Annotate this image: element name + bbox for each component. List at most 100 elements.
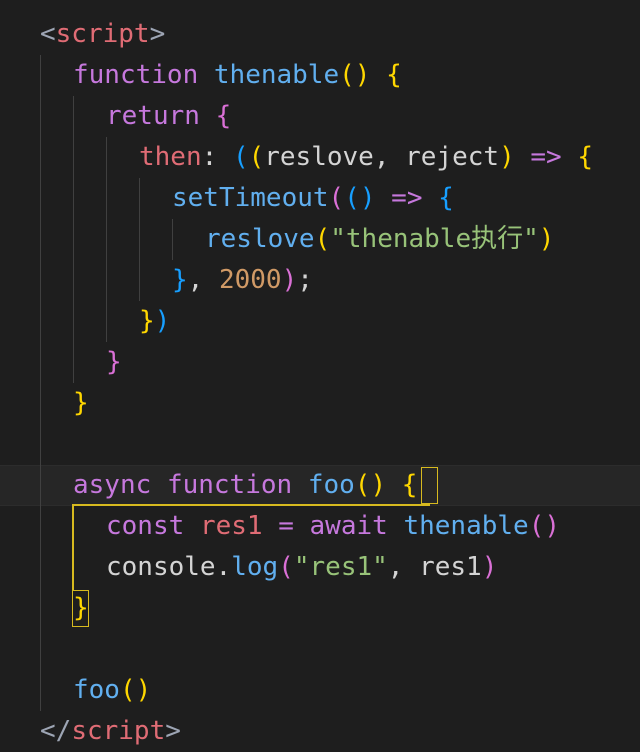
code-token: , res1 bbox=[387, 552, 482, 582]
code-token: { bbox=[401, 470, 418, 500]
code-editor[interactable]: <script> function thenable() {return {the… bbox=[0, 0, 640, 748]
code-token: . bbox=[215, 552, 232, 582]
code-line-text: async function foo() { bbox=[73, 465, 417, 506]
code-line[interactable]: <script> bbox=[0, 14, 640, 55]
code-token: > bbox=[149, 19, 166, 49]
code-line[interactable]: } bbox=[0, 342, 640, 383]
code-token: script bbox=[71, 716, 166, 746]
code-line[interactable] bbox=[0, 629, 640, 670]
code-token: () bbox=[339, 60, 371, 90]
code-token: reslove bbox=[205, 224, 315, 254]
code-token: } bbox=[139, 306, 155, 336]
code-token: < bbox=[40, 19, 56, 49]
code-line[interactable]: foo() bbox=[0, 670, 640, 711]
code-token: 2000 bbox=[218, 265, 282, 295]
code-line[interactable]: return { bbox=[0, 96, 640, 137]
code-token: () bbox=[344, 183, 376, 213]
code-token: script bbox=[55, 19, 150, 49]
code-token: ( bbox=[248, 142, 265, 172]
code-line[interactable]: </script> bbox=[0, 711, 640, 752]
code-line[interactable]: console.log("res1", res1) bbox=[0, 547, 640, 588]
code-token: thenable bbox=[213, 60, 340, 90]
code-line-text: setTimeout(() => { bbox=[172, 178, 454, 219]
code-line[interactable]: const res1 = await thenable() bbox=[0, 506, 640, 547]
code-line-text: return { bbox=[106, 96, 231, 137]
code-token: , bbox=[187, 265, 219, 295]
code-token: return bbox=[106, 101, 200, 131]
code-line[interactable]: } bbox=[0, 588, 640, 629]
code-line-text: }, 2000); bbox=[172, 260, 313, 301]
code-line[interactable]: }) bbox=[0, 301, 640, 342]
code-line-text: } bbox=[106, 342, 122, 383]
bracket-scope-guide bbox=[72, 504, 74, 590]
code-token: function bbox=[166, 470, 293, 500]
code-token: async bbox=[73, 470, 152, 500]
code-line-text: console.log("res1", res1) bbox=[106, 547, 497, 588]
code-token: console bbox=[106, 552, 216, 582]
code-token: { bbox=[215, 101, 232, 131]
code-token: { bbox=[438, 183, 454, 213]
code-token: } bbox=[106, 347, 122, 377]
code-line[interactable]: async function foo() { bbox=[0, 465, 640, 506]
code-token: () bbox=[528, 511, 561, 541]
code-token: reslove, reject bbox=[264, 142, 500, 172]
code-token: log bbox=[231, 552, 279, 582]
code-token: = bbox=[278, 511, 294, 541]
bracket-match-close bbox=[72, 590, 89, 627]
code-token: then bbox=[139, 142, 202, 172]
code-line[interactable]: function thenable() { bbox=[0, 55, 640, 96]
code-token: () bbox=[119, 675, 152, 705]
bracket-match-open bbox=[421, 467, 438, 504]
code-token: thenable bbox=[403, 511, 529, 541]
code-token: ( bbox=[278, 552, 294, 582]
code-token: function bbox=[73, 60, 199, 90]
code-token: ( bbox=[314, 224, 331, 254]
code-token: foo bbox=[307, 470, 355, 500]
code-token: foo bbox=[73, 675, 120, 705]
code-token: setTimeout bbox=[172, 183, 329, 213]
code-line-text: </script> bbox=[40, 711, 181, 752]
code-token: await bbox=[309, 511, 388, 541]
code-line-text: } bbox=[73, 383, 89, 424]
code-token: const bbox=[106, 511, 185, 541]
code-token: { bbox=[386, 60, 402, 90]
code-token: ( bbox=[232, 142, 249, 172]
code-line[interactable]: } bbox=[0, 383, 640, 424]
code-line-text: foo() bbox=[73, 670, 151, 711]
code-token: () bbox=[354, 470, 387, 500]
code-token: res1 bbox=[199, 511, 263, 541]
code-token: ) bbox=[499, 142, 515, 172]
code-line-text: const res1 = await thenable() bbox=[106, 506, 560, 547]
code-token: ) bbox=[538, 224, 555, 254]
bracket-scope-top bbox=[72, 504, 430, 506]
code-token: } bbox=[172, 265, 188, 295]
code-token: ) bbox=[281, 265, 298, 295]
code-line[interactable]: then: ((reslove, reject) => { bbox=[0, 137, 640, 178]
code-line-text: then: ((reslove, reject) => { bbox=[139, 137, 593, 178]
code-token: ) bbox=[154, 306, 171, 336]
code-line[interactable]: reslove("thenable执行") bbox=[0, 219, 640, 260]
code-token: "thenable执行" bbox=[330, 224, 539, 254]
code-token: "res1" bbox=[293, 552, 388, 582]
code-token: : bbox=[201, 142, 233, 172]
code-line[interactable]: setTimeout(() => { bbox=[0, 178, 640, 219]
code-line[interactable]: }, 2000); bbox=[0, 260, 640, 301]
code-token: ( bbox=[328, 183, 345, 213]
code-line[interactable] bbox=[0, 424, 640, 465]
code-token: ) bbox=[481, 552, 498, 582]
code-line-text: reslove("thenable执行") bbox=[205, 219, 554, 260]
code-token: } bbox=[73, 388, 89, 418]
code-token: { bbox=[577, 142, 593, 172]
code-line-text: <script> bbox=[40, 14, 165, 55]
